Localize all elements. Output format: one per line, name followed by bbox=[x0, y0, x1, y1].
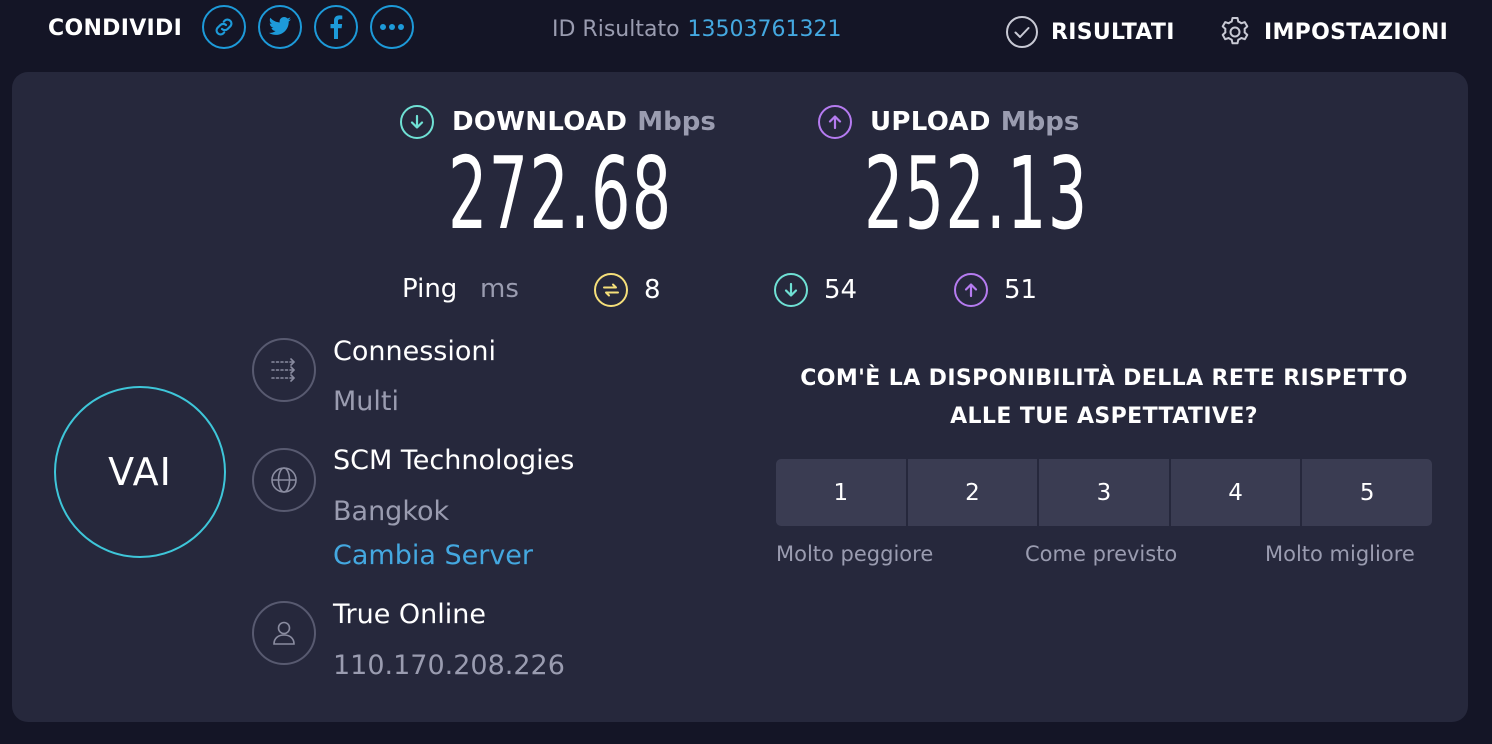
result-id-value[interactable]: 13503761321 bbox=[688, 17, 842, 42]
rating-option-2[interactable]: 2 bbox=[907, 459, 1040, 526]
upload-unit: Mbps bbox=[1000, 107, 1080, 137]
rating-option-4[interactable]: 4 bbox=[1170, 459, 1303, 526]
provider-ip: 110.170.208.226 bbox=[333, 650, 565, 681]
download-arrow-icon bbox=[400, 105, 434, 139]
ping-idle-value: 8 bbox=[644, 275, 661, 305]
share-label: CONDIVIDI bbox=[48, 16, 183, 41]
go-button-label: VAI bbox=[108, 450, 172, 494]
rating-caption-low: Molto peggiore bbox=[776, 542, 934, 566]
rating-scale: 1 2 3 4 5 bbox=[776, 459, 1432, 526]
ping-idle: 8 bbox=[594, 272, 661, 308]
twitter-icon[interactable] bbox=[258, 5, 302, 49]
check-circle-icon bbox=[1006, 16, 1038, 48]
ping-download: 54 bbox=[774, 272, 857, 308]
ping-upload-value: 51 bbox=[1004, 275, 1038, 305]
upload-label: UPLOAD bbox=[870, 107, 991, 137]
server-name: SCM Technologies bbox=[333, 445, 575, 476]
upload-arrow-icon bbox=[818, 105, 852, 139]
result-id: ID Risultato 13503761321 bbox=[552, 17, 842, 42]
ping-row: Ping ms 8 54 51 bbox=[12, 270, 1468, 310]
result-card: DOWNLOAD Mbps 272.68 UPLOAD Mbps 252.13 … bbox=[12, 72, 1468, 722]
results-label: RISULTATI bbox=[1051, 19, 1175, 45]
provider-name: True Online bbox=[333, 599, 487, 630]
change-server-link[interactable]: Cambia Server bbox=[333, 540, 533, 571]
result-id-label: ID Risultato bbox=[552, 17, 680, 42]
connections-icon bbox=[252, 338, 316, 402]
connections-value: Multi bbox=[333, 386, 399, 417]
rating-caption-high: Molto migliore bbox=[1265, 542, 1415, 566]
download-unit: Mbps bbox=[637, 107, 716, 137]
connections-title: Connessioni bbox=[333, 336, 496, 367]
download-label: DOWNLOAD bbox=[452, 107, 628, 137]
ping-unit: ms bbox=[480, 274, 519, 304]
rating-question: COM'È LA DISPONIBILITÀ DELLA RETE RISPET… bbox=[800, 366, 1408, 429]
ping-upload-icon bbox=[954, 273, 988, 307]
user-icon bbox=[252, 601, 316, 665]
results-button[interactable]: RISULTATI bbox=[1005, 14, 1175, 50]
rating-option-5[interactable]: 5 bbox=[1302, 459, 1432, 526]
facebook-icon[interactable] bbox=[314, 5, 358, 49]
ping-label: Ping bbox=[402, 274, 458, 304]
go-button[interactable]: VAI bbox=[54, 386, 226, 558]
gear-icon bbox=[1221, 17, 1249, 45]
top-bar: CONDIVIDI ID Risultato 13503761321 RISULT… bbox=[0, 0, 1492, 62]
more-icon[interactable] bbox=[370, 5, 414, 49]
ping-jitter-icon bbox=[594, 273, 628, 307]
server-location: Bangkok bbox=[333, 496, 450, 527]
rating-option-1[interactable]: 1 bbox=[776, 459, 908, 526]
ping-upload: 51 bbox=[954, 272, 1037, 308]
rating-caption-mid: Come previsto bbox=[1025, 542, 1178, 566]
upload-speed: 252.13 bbox=[864, 135, 1089, 252]
download-speed: 272.68 bbox=[448, 135, 673, 252]
globe-icon bbox=[252, 448, 316, 512]
ping-download-icon bbox=[774, 273, 808, 307]
settings-label: IMPOSTAZIONI bbox=[1264, 19, 1449, 45]
ping-download-value: 54 bbox=[824, 275, 858, 305]
link-icon[interactable] bbox=[202, 5, 246, 49]
settings-button[interactable]: IMPOSTAZIONI bbox=[1218, 14, 1448, 50]
rating-option-3[interactable]: 3 bbox=[1039, 459, 1171, 526]
